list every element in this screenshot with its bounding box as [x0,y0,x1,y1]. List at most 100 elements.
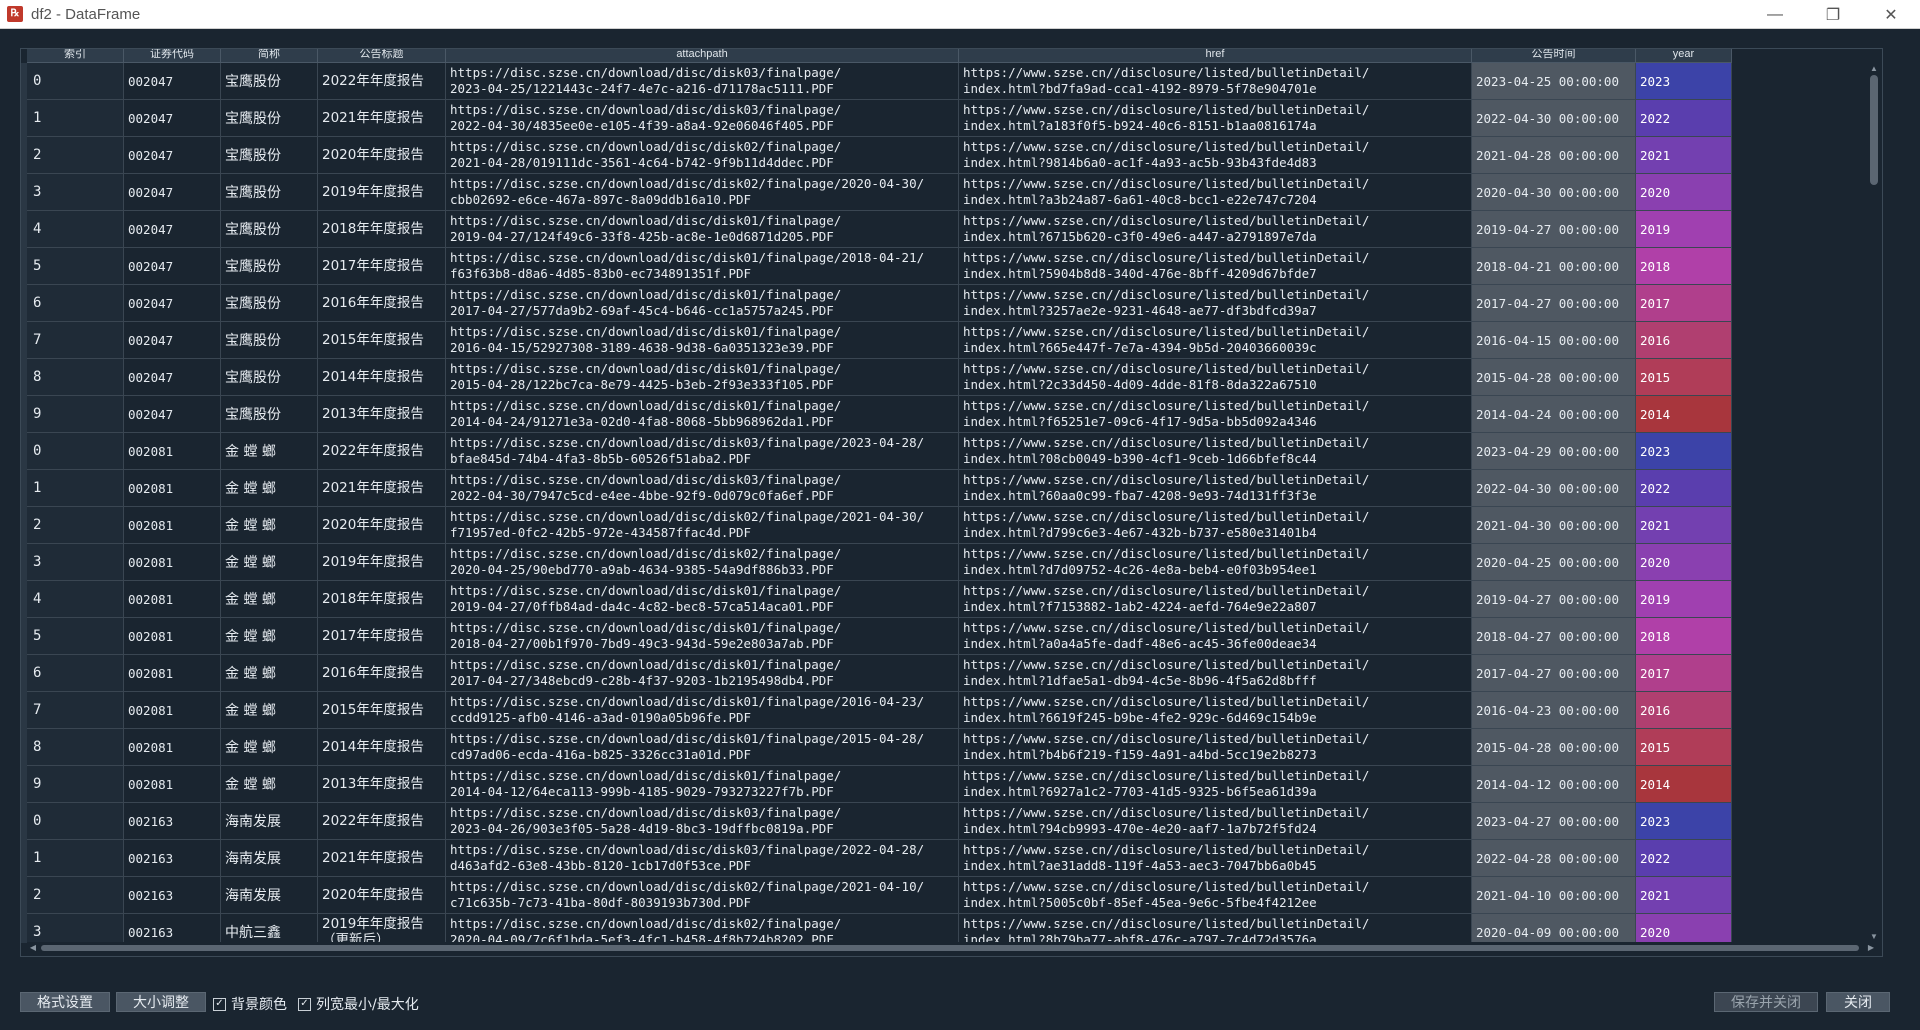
cell-attach[interactable]: https://disc.szse.cn/download/disc/disk0… [446,803,959,839]
cell-name[interactable]: 宝鹰股份 [221,63,318,99]
column-header[interactable]: 简称 [221,49,318,62]
horizontal-scroll-thumb[interactable] [41,945,1859,951]
cell-idx[interactable]: 9 [27,766,124,802]
cell-idx[interactable]: 5 [27,248,124,284]
table-row[interactable]: 5 002047 宝鹰股份 2017年年度报告 https://disc.szse.cn… [27,248,1732,285]
cell-attach[interactable]: https://disc.szse.cn/download/disc/disk0… [446,544,959,580]
cell-code[interactable]: 002047 [124,211,221,247]
scroll-left-icon[interactable]: ◀ [27,942,39,954]
cell-date[interactable]: 2023-04-27 00:00:00 [1472,803,1636,839]
cell-idx[interactable]: 9 [27,396,124,432]
cell-year[interactable]: 2018 [1636,618,1732,654]
cell-attach[interactable]: https://disc.szse.cn/download/disc/disk0… [446,396,959,432]
cell-title[interactable]: 2016年年度报告 [318,285,446,321]
cell-code[interactable]: 002047 [124,248,221,284]
scroll-right-icon[interactable]: ▶ [1865,942,1877,954]
table-row[interactable]: 2 002047 宝鹰股份 2020年年度报告 https://disc.szse.cn… [27,137,1732,174]
cell-attach[interactable]: https://disc.szse.cn/download/disc/disk0… [446,433,959,469]
table-row[interactable]: 2 002163 海南发展 2020年年度报告 https://disc.szse.cn… [27,877,1732,914]
cell-date[interactable]: 2019-04-27 00:00:00 [1472,581,1636,617]
cell-date[interactable]: 2016-04-23 00:00:00 [1472,692,1636,728]
cell-attach[interactable]: https://disc.szse.cn/download/disc/disk0… [446,470,959,506]
cell-year[interactable]: 2022 [1636,470,1732,506]
cell-attach[interactable]: https://disc.szse.cn/download/disc/disk0… [446,655,959,691]
cell-title[interactable]: 2019年年度报告 [318,174,446,210]
cell-code[interactable]: 002081 [124,470,221,506]
table-row[interactable]: 7 002047 宝鹰股份 2015年年度报告 https://disc.szse.cn… [27,322,1732,359]
cell-code[interactable]: 002081 [124,507,221,543]
cell-date[interactable]: 2014-04-24 00:00:00 [1472,396,1636,432]
cell-attach[interactable]: https://disc.szse.cn/download/disc/disk0… [446,581,959,617]
cell-href[interactable]: https://www.szse.cn//disclosure/listed/b… [959,396,1472,432]
cell-date[interactable]: 2021-04-10 00:00:00 [1472,877,1636,913]
column-header[interactable]: 证券代码 [124,49,221,62]
bg-color-checkbox[interactable]: ✓ 背景颜色 [213,994,287,1014]
cell-title[interactable]: 2022年年度报告 [318,63,446,99]
cell-idx[interactable]: 7 [27,692,124,728]
cell-code[interactable]: 002047 [124,100,221,136]
cell-code[interactable]: 002163 [124,840,221,876]
cell-code[interactable]: 002047 [124,359,221,395]
cell-href[interactable]: https://www.szse.cn//disclosure/listed/b… [959,322,1472,358]
cell-year[interactable]: 2015 [1636,359,1732,395]
cell-title[interactable]: 2021年年度报告 [318,840,446,876]
cell-href[interactable]: https://www.szse.cn//disclosure/listed/b… [959,137,1472,173]
cell-title[interactable]: 2015年年度报告 [318,322,446,358]
cell-date[interactable]: 2022-04-30 00:00:00 [1472,100,1636,136]
table-row[interactable]: 4 002081 金 螳 螂 2018年年度报告 https://disc.szse.c… [27,581,1732,618]
cell-idx[interactable]: 1 [27,470,124,506]
cell-title[interactable]: 2014年年度报告 [318,729,446,765]
cell-name[interactable]: 宝鹰股份 [221,285,318,321]
cell-title[interactable]: 2022年年度报告 [318,803,446,839]
cell-idx[interactable]: 4 [27,581,124,617]
cell-href[interactable]: https://www.szse.cn//disclosure/listed/b… [959,655,1472,691]
cell-date[interactable]: 2022-04-30 00:00:00 [1472,470,1636,506]
cell-href[interactable]: https://www.szse.cn//disclosure/listed/b… [959,211,1472,247]
cell-href[interactable]: https://www.szse.cn//disclosure/listed/b… [959,581,1472,617]
cell-title[interactable]: 2021年年度报告 [318,100,446,136]
cell-href[interactable]: https://www.szse.cn//disclosure/listed/b… [959,359,1472,395]
cell-idx[interactable]: 6 [27,655,124,691]
cell-title[interactable]: 2014年年度报告 [318,359,446,395]
cell-name[interactable]: 金 螳 螂 [221,433,318,469]
cell-date[interactable]: 2019-04-27 00:00:00 [1472,211,1636,247]
cell-name[interactable]: 宝鹰股份 [221,248,318,284]
cell-year[interactable]: 2017 [1636,655,1732,691]
table-row[interactable]: 3 002047 宝鹰股份 2019年年度报告 https://disc.szse.cn… [27,174,1732,211]
cell-title[interactable]: 2020年年度报告 [318,877,446,913]
cell-title[interactable]: 2018年年度报告 [318,581,446,617]
column-header[interactable]: 公告标题 [318,49,446,62]
cell-name[interactable]: 金 螳 螂 [221,544,318,580]
table-row[interactable]: 4 002047 宝鹰股份 2018年年度报告 https://disc.szse.cn… [27,211,1732,248]
cell-date[interactable]: 2017-04-27 00:00:00 [1472,285,1636,321]
cell-name[interactable]: 金 螳 螂 [221,766,318,802]
cell-code[interactable]: 002047 [124,285,221,321]
cell-href[interactable]: https://www.szse.cn//disclosure/listed/b… [959,766,1472,802]
cell-date[interactable]: 2020-04-30 00:00:00 [1472,174,1636,210]
minimize-icon[interactable]: — [1746,0,1804,29]
table-row[interactable]: 8 002081 金 螳 螂 2014年年度报告 https://disc.szse.c… [27,729,1732,766]
cell-date[interactable]: 2022-04-28 00:00:00 [1472,840,1636,876]
cell-year[interactable]: 2019 [1636,581,1732,617]
cell-href[interactable]: https://www.szse.cn//disclosure/listed/b… [959,100,1472,136]
cell-attach[interactable]: https://disc.szse.cn/download/disc/disk0… [446,211,959,247]
cell-name[interactable]: 宝鹰股份 [221,396,318,432]
cell-year[interactable]: 2014 [1636,396,1732,432]
cell-title[interactable]: 2022年年度报告 [318,433,446,469]
close-button[interactable]: 关闭 [1826,992,1890,1012]
cell-idx[interactable]: 0 [27,63,124,99]
table-row[interactable]: 1 002081 金 螳 螂 2021年年度报告 https://disc.szse.c… [27,470,1732,507]
cell-title[interactable]: 2021年年度报告 [318,470,446,506]
cell-href[interactable]: https://www.szse.cn//disclosure/listed/b… [959,248,1472,284]
cell-attach[interactable]: https://disc.szse.cn/download/disc/disk0… [446,63,959,99]
cell-date[interactable]: 2023-04-29 00:00:00 [1472,433,1636,469]
cell-title[interactable]: 2016年年度报告 [318,655,446,691]
cell-attach[interactable]: https://disc.szse.cn/download/disc/disk0… [446,359,959,395]
cell-code[interactable]: 002081 [124,655,221,691]
cell-year[interactable]: 2014 [1636,766,1732,802]
cell-idx[interactable]: 1 [27,840,124,876]
cell-name[interactable]: 金 螳 螂 [221,655,318,691]
table-row[interactable]: 7 002081 金 螳 螂 2015年年度报告 https://disc.szse.c… [27,692,1732,729]
cell-year[interactable]: 2017 [1636,285,1732,321]
cell-date[interactable]: 2014-04-12 00:00:00 [1472,766,1636,802]
